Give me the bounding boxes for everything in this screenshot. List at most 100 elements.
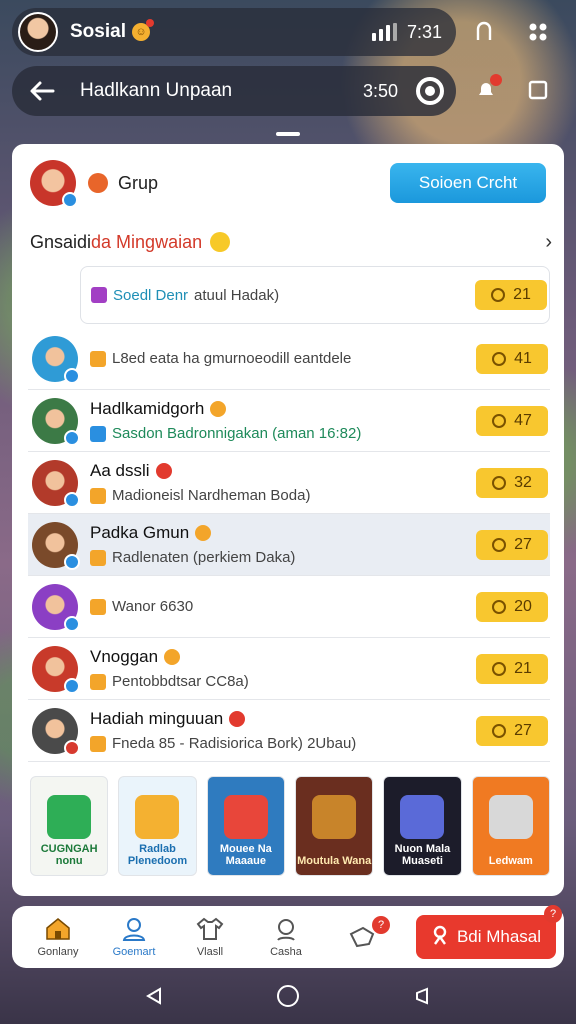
tile-art-icon bbox=[223, 795, 268, 839]
chevron-right-icon[interactable]: › bbox=[545, 231, 552, 254]
reward-pill[interactable]: 20 bbox=[476, 591, 548, 622]
header-count: 3:50 bbox=[362, 80, 398, 101]
status-time: 7:31 bbox=[406, 21, 442, 42]
avatar[interactable] bbox=[32, 583, 80, 632]
join-group-button[interactable]: Soioen Crcht bbox=[390, 163, 546, 203]
list-item[interactable]: Soedl Denr atuul Hadak) 21 bbox=[80, 266, 550, 324]
flag-icon bbox=[88, 173, 108, 193]
section-header[interactable]: Gnsaidida Mingwaian › bbox=[30, 228, 552, 256]
reward-pill[interactable]: 27 bbox=[476, 715, 548, 746]
emoji-icon bbox=[210, 401, 227, 417]
promo-tile[interactable]: Mouee Na Maaaue bbox=[206, 776, 285, 876]
group-label: Grup bbox=[118, 172, 159, 193]
list-item[interactable]: Wanor 6630 20 bbox=[28, 576, 550, 638]
emoji-icon bbox=[229, 711, 246, 727]
gift-icon bbox=[90, 350, 106, 367]
item-subtitle: L8ed eata ha gmurnoeodill eantdele bbox=[90, 350, 476, 367]
reward-pill[interactable]: 47 bbox=[476, 405, 548, 436]
tile-art-icon bbox=[47, 795, 92, 839]
search-icon[interactable] bbox=[466, 14, 502, 50]
avatar[interactable] bbox=[32, 707, 80, 756]
promo-tile[interactable]: Ledwam bbox=[471, 776, 550, 876]
emoji-icon bbox=[155, 463, 172, 479]
camera-icon[interactable] bbox=[416, 77, 444, 105]
item-text: Wanor 6630 bbox=[90, 598, 476, 615]
tile-art-icon bbox=[488, 795, 533, 839]
clock-icon bbox=[492, 723, 507, 738]
list-item[interactable]: Padka Gmun Radlenaten (perkiem Daka) 27 bbox=[28, 514, 550, 576]
reward-pill[interactable]: 27 bbox=[476, 529, 548, 560]
notification-bell-icon[interactable] bbox=[468, 72, 504, 108]
main-card: Grup Soioen Crcht Gnsaidida Mingwaian › … bbox=[12, 144, 564, 896]
avatar[interactable] bbox=[32, 521, 80, 570]
nav-chat[interactable]: ? bbox=[324, 916, 400, 950]
gift-icon bbox=[431, 925, 449, 950]
tile-label: CUGNGAH nonu bbox=[40, 843, 98, 867]
recents-icon[interactable] bbox=[410, 984, 434, 1008]
status-bar: Sosial ☺ 7:31 bbox=[12, 8, 456, 56]
back-triangle-icon[interactable] bbox=[142, 984, 166, 1008]
page-title: Hadlkann Unpaan bbox=[80, 80, 233, 101]
item-name: Aa dssli bbox=[90, 461, 476, 481]
clock-icon bbox=[492, 351, 507, 366]
promo-tile[interactable]: Radlab Plenedoom bbox=[118, 776, 197, 876]
smile-icon: ☺ bbox=[131, 19, 154, 41]
gift-icon bbox=[90, 598, 106, 615]
list-item[interactable]: Hadiah minguuan Fneda 85 - Radisiorica Bo… bbox=[28, 700, 550, 762]
list-item[interactable]: Vnoggan Pentobbdtsar CC8a) 21 bbox=[28, 638, 550, 700]
item-text: Hadiah minguuan Fneda 85 - Radisiorica Bo… bbox=[90, 709, 476, 752]
item-text: Vnoggan Pentobbdtsar CC8a) bbox=[90, 647, 476, 690]
list-item[interactable]: Aa dssli Madioneisl Nardheman Boda) 32 bbox=[28, 452, 550, 514]
system-navigation bbox=[0, 968, 576, 1024]
emoji-icon bbox=[164, 649, 181, 665]
reward-pill[interactable]: 21 bbox=[475, 280, 547, 310]
emoji-icon bbox=[195, 525, 212, 541]
reward-list: Soedl Denr atuul Hadak) 21 L8ed eata ha gmu… bbox=[28, 266, 550, 762]
avatar[interactable] bbox=[32, 397, 80, 446]
gift-icon bbox=[90, 549, 106, 566]
list-item[interactable]: L8ed eata ha gmurnoeodill eantdele 41 bbox=[28, 328, 550, 390]
tile-label: Moutula Wana bbox=[297, 855, 372, 867]
avatar[interactable] bbox=[32, 459, 80, 508]
app-title: Sosial bbox=[70, 21, 126, 42]
home-circle-icon[interactable] bbox=[276, 984, 300, 1008]
section-title: Gnsaidida Mingwaian bbox=[30, 231, 203, 252]
profile-avatar[interactable] bbox=[18, 12, 58, 52]
square-icon[interactable] bbox=[520, 72, 556, 108]
promo-tile[interactable]: Moutula Wana bbox=[294, 776, 374, 876]
tile-label: Radlab Plenedoom bbox=[127, 843, 188, 867]
promo-tile[interactable]: Nuon Mala Muaseti bbox=[383, 776, 462, 876]
item-subtitle: Wanor 6630 bbox=[90, 598, 476, 615]
nav-shirt[interactable]: Vlasll bbox=[172, 916, 248, 958]
claim-button[interactable]: Bdi Mhasal ? bbox=[416, 905, 562, 959]
drag-handle[interactable] bbox=[276, 132, 300, 136]
item-text: Hadlkamidgorh Sasdon Badronnigakan (aman … bbox=[90, 399, 476, 442]
tile-art-icon bbox=[400, 795, 445, 839]
gift-icon bbox=[90, 487, 106, 504]
reward-pill[interactable]: 21 bbox=[476, 653, 548, 684]
signal-icon bbox=[371, 23, 397, 41]
avatar[interactable] bbox=[32, 645, 80, 694]
star-icon bbox=[90, 425, 106, 442]
promo-tile[interactable]: CUGNGAH nonu bbox=[30, 776, 109, 876]
reward-pill[interactable]: 32 bbox=[476, 467, 548, 498]
nav-user[interactable]: Goemart bbox=[96, 916, 172, 958]
group-avatar[interactable] bbox=[30, 160, 78, 208]
item-text: Padka Gmun Radlenaten (perkiem Daka) bbox=[90, 523, 476, 566]
nav-search[interactable]: Casha bbox=[248, 916, 324, 958]
back-arrow-icon[interactable] bbox=[24, 73, 60, 109]
page-header: Hadlkann Unpaan 3:50 bbox=[12, 66, 456, 116]
bottom-navigation: Gonlany Goemart Vlasll Casha ? Bdi Mhasa… bbox=[12, 905, 564, 968]
item-subtitle: Fneda 85 - Radisiorica Bork) 2Ubau) bbox=[90, 735, 476, 752]
avatar[interactable] bbox=[32, 335, 80, 384]
tile-label: Mouee Na Maaaue bbox=[219, 843, 272, 867]
item-name: Hadlkamidgorh bbox=[90, 399, 476, 419]
apps-icon[interactable] bbox=[520, 14, 556, 50]
nav-home[interactable]: Gonlany bbox=[20, 916, 96, 958]
item-subtitle: Madioneisl Nardheman Boda) bbox=[90, 487, 476, 504]
item-subtitle: Sasdon Badronnigakan (aman 16:82) bbox=[90, 425, 476, 442]
item-subtitle: Radlenaten (perkiem Daka) bbox=[90, 549, 476, 566]
user-icon bbox=[119, 916, 149, 942]
reward-pill[interactable]: 41 bbox=[476, 343, 548, 374]
list-item[interactable]: Hadlkamidgorh Sasdon Badronnigakan (aman … bbox=[28, 390, 550, 452]
